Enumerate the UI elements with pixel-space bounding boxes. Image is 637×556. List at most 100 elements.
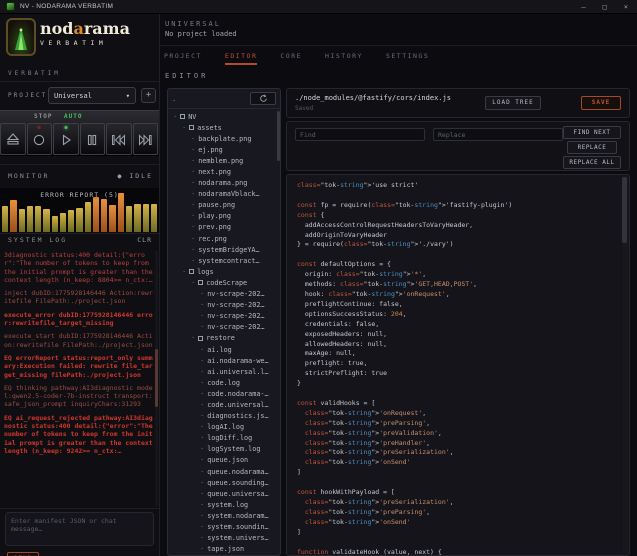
next-button[interactable] bbox=[132, 123, 158, 155]
replace-all-button[interactable]: REPLACE ALL bbox=[563, 156, 621, 169]
code-line: exposedHeaders: null, bbox=[297, 329, 388, 338]
tree-file[interactable]: · diagnostics.js… bbox=[168, 411, 276, 422]
pause-button[interactable] bbox=[79, 123, 105, 155]
tree-file[interactable]: · logAI.log bbox=[168, 422, 276, 433]
tree-file[interactable]: · code.universal… bbox=[168, 399, 276, 410]
tab-editor[interactable]: EDITOR bbox=[224, 46, 258, 65]
replace-input[interactable] bbox=[433, 128, 563, 141]
tree-file[interactable]: · queue.nodarama… bbox=[168, 466, 276, 477]
manifest-chat-input[interactable] bbox=[5, 512, 154, 546]
tree-file[interactable]: · logSystem.log bbox=[168, 444, 276, 455]
tree-bullet-icon: · bbox=[191, 168, 196, 177]
code-line: class="tok-string">'preHandler', bbox=[304, 438, 431, 447]
tree-bullet-icon: · bbox=[200, 400, 205, 409]
tree-file[interactable]: · prev.png bbox=[168, 222, 276, 233]
code-editor-panel[interactable]: class="tok-string">'use strict' const fp… bbox=[286, 174, 630, 556]
minimize-button[interactable]: – bbox=[581, 0, 585, 14]
tree-file[interactable]: · tape.json bbox=[168, 544, 276, 555]
tree-file[interactable]: · ai.log bbox=[168, 344, 276, 355]
maximize-button[interactable]: □ bbox=[603, 0, 607, 14]
chart-bar bbox=[10, 200, 17, 232]
tree-item-label: systemcontract… bbox=[198, 256, 260, 265]
tree-file[interactable]: · backplate.png bbox=[168, 133, 276, 144]
tree-file[interactable]: · nodarama.png bbox=[168, 178, 276, 189]
tree-file[interactable]: · ai.nodarama-we… bbox=[168, 355, 276, 366]
tab-history[interactable]: HISTORY bbox=[325, 46, 363, 65]
tree-bullet-icon: · bbox=[200, 500, 205, 509]
tree-file[interactable]: · system.nodaram… bbox=[168, 510, 276, 521]
tree-file[interactable]: · play.png bbox=[168, 211, 276, 222]
log-entry: inject dubID:1775928146446 Action:rewrit… bbox=[4, 289, 153, 306]
tree-folder[interactable]: · assets bbox=[168, 122, 276, 133]
tree-file[interactable]: · queue.universa… bbox=[168, 488, 276, 499]
previous-icon bbox=[112, 134, 126, 146]
tree-file[interactable]: · systemBridgeYA… bbox=[168, 244, 276, 255]
tree-file[interactable]: · system.log bbox=[168, 499, 276, 510]
scrollbar-thumb[interactable] bbox=[155, 349, 158, 407]
project-select[interactable]: Universal ▾ bbox=[48, 87, 136, 104]
tree-file[interactable]: · queue.json bbox=[168, 455, 276, 466]
tree-file[interactable]: · queue.sounding… bbox=[168, 477, 276, 488]
find-input[interactable] bbox=[295, 128, 425, 141]
tree-file[interactable]: · system.univers… bbox=[168, 533, 276, 544]
system-log-scrollbar[interactable] bbox=[155, 251, 158, 506]
send-button[interactable]: SEND bbox=[7, 552, 39, 556]
tree-file[interactable]: · pause.png bbox=[168, 200, 276, 211]
tree-folder[interactable]: · NV bbox=[168, 111, 276, 122]
tree-file[interactable]: · code.log bbox=[168, 377, 276, 388]
replace-button[interactable]: REPLACE bbox=[567, 141, 617, 154]
auto-label: AUTO bbox=[64, 113, 83, 120]
tree-folder[interactable]: · codeScrape bbox=[168, 277, 276, 288]
tree-file[interactable]: · rec.png bbox=[168, 233, 276, 244]
tree-bullet-icon: · bbox=[200, 523, 205, 532]
tree-bullet-icon: · bbox=[200, 545, 205, 554]
tree-file[interactable]: · nv-scrape-202… bbox=[168, 311, 276, 322]
tree-file[interactable]: · nemblem.png bbox=[168, 155, 276, 166]
scrollbar-thumb[interactable] bbox=[622, 177, 627, 243]
tree-item-label: system.nodaram… bbox=[207, 511, 269, 520]
chart-bar bbox=[26, 206, 34, 232]
status-dot-icon: ● bbox=[117, 172, 124, 180]
tree-file[interactable]: · systemcontract… bbox=[168, 255, 276, 266]
tree-bullet-icon: · bbox=[191, 190, 196, 199]
tab-project[interactable]: PROJECT bbox=[164, 46, 202, 65]
editor-section-label: EDITOR bbox=[165, 72, 209, 80]
previous-button[interactable] bbox=[106, 123, 132, 155]
load-tree-button[interactable]: LOAD TREE bbox=[485, 96, 541, 110]
chart-bar bbox=[125, 206, 133, 232]
close-button[interactable]: × bbox=[624, 0, 628, 14]
tree-file[interactable]: · logDiff.log bbox=[168, 433, 276, 444]
tree-file[interactable]: · ej.png bbox=[168, 144, 276, 155]
tab-settings[interactable]: SETTINGS bbox=[386, 46, 429, 65]
find-next-button[interactable]: FIND NEXT bbox=[563, 126, 621, 139]
tree-folder[interactable]: · logs bbox=[168, 266, 276, 277]
play-button[interactable] bbox=[53, 123, 79, 155]
code-content[interactable]: class="tok-string">'use strict' const fp… bbox=[297, 181, 617, 555]
save-button[interactable]: SAVE bbox=[581, 96, 621, 110]
tree-scrollbar[interactable] bbox=[277, 111, 280, 161]
tab-core[interactable]: CORE bbox=[280, 46, 302, 65]
system-log-label: SYSTEM LOG bbox=[8, 236, 68, 244]
log-entry: EQ thinking pathway:AI3diagnostic model:… bbox=[4, 383, 153, 409]
tree-file[interactable]: · nodaramaVblack… bbox=[168, 189, 276, 200]
tree-file[interactable]: · ai.universal.l… bbox=[168, 366, 276, 377]
add-project-button[interactable]: + bbox=[141, 88, 156, 103]
clear-log-button[interactable]: CLR bbox=[137, 236, 152, 244]
tree-file[interactable]: · nv-scrape-202… bbox=[168, 322, 276, 333]
tree-file[interactable]: · system.soundin… bbox=[168, 521, 276, 532]
code-scrollbar[interactable] bbox=[622, 176, 628, 554]
tree-file[interactable]: · next.png bbox=[168, 166, 276, 177]
divider bbox=[0, 81, 159, 82]
tree-folder[interactable]: · restore bbox=[168, 333, 276, 344]
record-button[interactable] bbox=[26, 123, 52, 155]
tree-bullet-icon: · bbox=[200, 478, 205, 487]
chart-bar bbox=[59, 212, 67, 232]
eject-button[interactable] bbox=[0, 123, 26, 155]
tree-file[interactable]: · nv-scrape-202… bbox=[168, 289, 276, 300]
refresh-tree-button[interactable] bbox=[250, 92, 276, 105]
tree-file[interactable]: · code.nodarama-… bbox=[168, 388, 276, 399]
tree-file[interactable]: · nv-scrape-202… bbox=[168, 300, 276, 311]
code-line: optionsSuccessStatus: 204, bbox=[297, 309, 407, 318]
